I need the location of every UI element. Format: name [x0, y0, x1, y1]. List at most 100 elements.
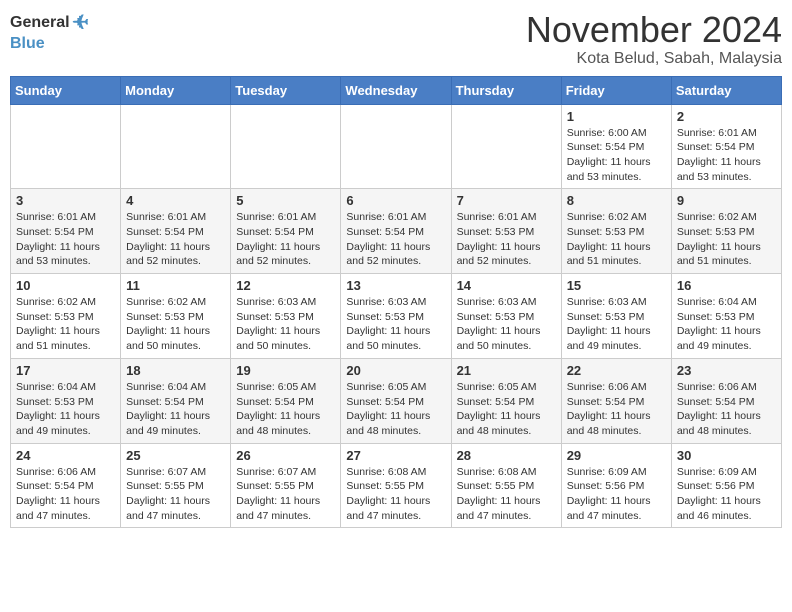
- day-number: 2: [677, 109, 776, 124]
- logo: General ✈ Blue: [10, 10, 88, 53]
- calendar-cell: 18Sunrise: 6:04 AMSunset: 5:54 PMDayligh…: [121, 358, 231, 443]
- calendar-cell: 27Sunrise: 6:08 AMSunset: 5:55 PMDayligh…: [341, 443, 451, 528]
- calendar-cell: 22Sunrise: 6:06 AMSunset: 5:54 PMDayligh…: [561, 358, 671, 443]
- day-info: Sunrise: 6:03 AMSunset: 5:53 PMDaylight:…: [346, 295, 445, 354]
- logo-general-text: General: [10, 14, 70, 32]
- day-number: 24: [16, 448, 115, 463]
- col-header-tuesday: Tuesday: [231, 76, 341, 104]
- day-info: Sunrise: 6:03 AMSunset: 5:53 PMDaylight:…: [236, 295, 335, 354]
- calendar-week-row: 17 Sunrise: 6:04 AMSunset: 5:53 PMDayligh…: [11, 358, 782, 443]
- calendar-cell: 9 Sunrise: 6:02 AMSunset: 5:53 PMDaylight…: [671, 189, 781, 274]
- calendar-cell: 30 Sunrise: 6:09 AMSunset: 5:56 PMDayligh…: [671, 443, 781, 528]
- calendar-cell: 24 Sunrise: 6:06 AMSunset: 5:54 PMDayligh…: [11, 443, 121, 528]
- day-info: Sunrise: 6:04 AMSunset: 5:53 PMDaylight:…: [677, 295, 776, 354]
- day-info: Sunrise: 6:05 AMSunset: 5:54 PMDaylight:…: [236, 380, 335, 439]
- day-number: 8: [567, 193, 666, 208]
- calendar-cell: 20 Sunrise: 6:05 AMSunset: 5:54 PMDayligh…: [341, 358, 451, 443]
- month-title: November 2024: [526, 10, 782, 50]
- day-number: 27: [346, 448, 445, 463]
- day-info: Sunrise: 6:02 AMSunset: 5:53 PMDaylight:…: [567, 210, 666, 269]
- calendar-cell: 29Sunrise: 6:09 AMSunset: 5:56 PMDayligh…: [561, 443, 671, 528]
- calendar-cell: 11Sunrise: 6:02 AMSunset: 5:53 PMDayligh…: [121, 274, 231, 359]
- day-info: Sunrise: 6:02 AMSunset: 5:53 PMDaylight:…: [677, 210, 776, 269]
- calendar-cell: 15 Sunrise: 6:03 AMSunset: 5:53 PMDayligh…: [561, 274, 671, 359]
- day-number: 6: [346, 193, 445, 208]
- day-info: Sunrise: 6:01 AMSunset: 5:54 PMDaylight:…: [346, 210, 445, 269]
- calendar-cell: 13 Sunrise: 6:03 AMSunset: 5:53 PMDayligh…: [341, 274, 451, 359]
- day-info: Sunrise: 6:00 AMSunset: 5:54 PMDaylight:…: [567, 126, 666, 185]
- col-header-thursday: Thursday: [451, 76, 561, 104]
- day-number: 3: [16, 193, 115, 208]
- day-number: 21: [457, 363, 556, 378]
- day-info: Sunrise: 6:02 AMSunset: 5:53 PMDaylight:…: [126, 295, 225, 354]
- day-info: Sunrise: 6:01 AMSunset: 5:54 PMDaylight:…: [236, 210, 335, 269]
- calendar-cell: 6 Sunrise: 6:01 AMSunset: 5:54 PMDaylight…: [341, 189, 451, 274]
- calendar-cell: 17 Sunrise: 6:04 AMSunset: 5:53 PMDayligh…: [11, 358, 121, 443]
- calendar-cell: [121, 104, 231, 189]
- day-info: Sunrise: 6:06 AMSunset: 5:54 PMDaylight:…: [16, 465, 115, 524]
- day-number: 9: [677, 193, 776, 208]
- day-info: Sunrise: 6:01 AMSunset: 5:54 PMDaylight:…: [126, 210, 225, 269]
- day-number: 13: [346, 278, 445, 293]
- day-number: 18: [126, 363, 225, 378]
- calendar-cell: [231, 104, 341, 189]
- calendar-week-row: 24 Sunrise: 6:06 AMSunset: 5:54 PMDayligh…: [11, 443, 782, 528]
- day-number: 23: [677, 363, 776, 378]
- logo-blue-text: Blue: [10, 35, 45, 53]
- calendar-cell: 10 Sunrise: 6:02 AMSunset: 5:53 PMDayligh…: [11, 274, 121, 359]
- col-header-sunday: Sunday: [11, 76, 121, 104]
- col-header-wednesday: Wednesday: [341, 76, 451, 104]
- day-info: Sunrise: 6:07 AMSunset: 5:55 PMDaylight:…: [126, 465, 225, 524]
- calendar-cell: 3 Sunrise: 6:01 AMSunset: 5:54 PMDaylight…: [11, 189, 121, 274]
- day-number: 22: [567, 363, 666, 378]
- calendar-week-row: 3 Sunrise: 6:01 AMSunset: 5:54 PMDaylight…: [11, 189, 782, 274]
- day-info: Sunrise: 6:09 AMSunset: 5:56 PMDaylight:…: [567, 465, 666, 524]
- calendar-cell: [451, 104, 561, 189]
- calendar-cell: 26 Sunrise: 6:07 AMSunset: 5:55 PMDayligh…: [231, 443, 341, 528]
- calendar-cell: 23 Sunrise: 6:06 AMSunset: 5:54 PMDayligh…: [671, 358, 781, 443]
- day-number: 15: [567, 278, 666, 293]
- calendar-cell: 5Sunrise: 6:01 AMSunset: 5:54 PMDaylight…: [231, 189, 341, 274]
- day-info: Sunrise: 6:05 AMSunset: 5:54 PMDaylight:…: [457, 380, 556, 439]
- calendar-week-row: 10 Sunrise: 6:02 AMSunset: 5:53 PMDayligh…: [11, 274, 782, 359]
- day-info: Sunrise: 6:01 AMSunset: 5:54 PMDaylight:…: [16, 210, 115, 269]
- day-info: Sunrise: 6:01 AMSunset: 5:54 PMDaylight:…: [677, 126, 776, 185]
- calendar-cell: 2 Sunrise: 6:01 AMSunset: 5:54 PMDaylight…: [671, 104, 781, 189]
- day-info: Sunrise: 6:04 AMSunset: 5:53 PMDaylight:…: [16, 380, 115, 439]
- day-number: 19: [236, 363, 335, 378]
- calendar-cell: 8 Sunrise: 6:02 AMSunset: 5:53 PMDaylight…: [561, 189, 671, 274]
- calendar-cell: 7Sunrise: 6:01 AMSunset: 5:53 PMDaylight…: [451, 189, 561, 274]
- day-number: 14: [457, 278, 556, 293]
- day-number: 30: [677, 448, 776, 463]
- calendar-cell: 14Sunrise: 6:03 AMSunset: 5:53 PMDayligh…: [451, 274, 561, 359]
- day-info: Sunrise: 6:03 AMSunset: 5:53 PMDaylight:…: [567, 295, 666, 354]
- day-number: 16: [677, 278, 776, 293]
- calendar-header-row: SundayMondayTuesdayWednesdayThursdayFrid…: [11, 76, 782, 104]
- calendar-cell: 16 Sunrise: 6:04 AMSunset: 5:53 PMDayligh…: [671, 274, 781, 359]
- day-info: Sunrise: 6:09 AMSunset: 5:56 PMDaylight:…: [677, 465, 776, 524]
- day-info: Sunrise: 6:05 AMSunset: 5:54 PMDaylight:…: [346, 380, 445, 439]
- day-number: 20: [346, 363, 445, 378]
- day-info: Sunrise: 6:08 AMSunset: 5:55 PMDaylight:…: [457, 465, 556, 524]
- day-info: Sunrise: 6:06 AMSunset: 5:54 PMDaylight:…: [677, 380, 776, 439]
- calendar-cell: [341, 104, 451, 189]
- calendar-cell: [11, 104, 121, 189]
- day-number: 4: [126, 193, 225, 208]
- day-number: 7: [457, 193, 556, 208]
- calendar-cell: 21 Sunrise: 6:05 AMSunset: 5:54 PMDayligh…: [451, 358, 561, 443]
- day-number: 28: [457, 448, 556, 463]
- calendar-week-row: 1 Sunrise: 6:00 AMSunset: 5:54 PMDaylight…: [11, 104, 782, 189]
- day-number: 1: [567, 109, 666, 124]
- col-header-friday: Friday: [561, 76, 671, 104]
- calendar-cell: 19 Sunrise: 6:05 AMSunset: 5:54 PMDayligh…: [231, 358, 341, 443]
- col-header-monday: Monday: [121, 76, 231, 104]
- day-number: 10: [16, 278, 115, 293]
- calendar-cell: 4 Sunrise: 6:01 AMSunset: 5:54 PMDaylight…: [121, 189, 231, 274]
- day-number: 12: [236, 278, 335, 293]
- col-header-saturday: Saturday: [671, 76, 781, 104]
- day-number: 17: [16, 363, 115, 378]
- day-info: Sunrise: 6:07 AMSunset: 5:55 PMDaylight:…: [236, 465, 335, 524]
- calendar-cell: 12 Sunrise: 6:03 AMSunset: 5:53 PMDayligh…: [231, 274, 341, 359]
- day-info: Sunrise: 6:02 AMSunset: 5:53 PMDaylight:…: [16, 295, 115, 354]
- day-number: 26: [236, 448, 335, 463]
